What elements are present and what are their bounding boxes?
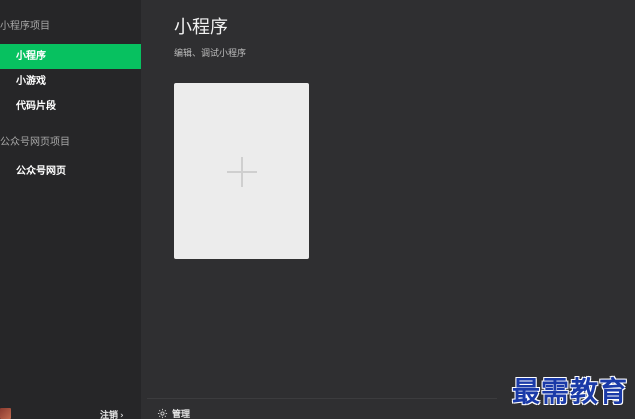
add-project-card[interactable]	[174, 83, 309, 259]
footer-divider	[147, 398, 497, 399]
gear-icon	[157, 408, 168, 419]
logout-label: 注销	[100, 411, 119, 419]
manage-button[interactable]: 管理	[157, 407, 190, 419]
main-panel: 小程序 编辑、调试小程序 管理	[141, 0, 635, 419]
plus-icon	[227, 157, 257, 187]
sidebar-item-official-web[interactable]: 公众号网页	[0, 159, 141, 184]
manage-label: 管理	[172, 410, 191, 419]
sidebar-item-code-snippet[interactable]: 代码片段	[0, 94, 141, 119]
sidebar-footer: 注销 ›	[0, 400, 141, 419]
section-title-web: 公众号网页项目	[0, 137, 70, 148]
watermark: 最需教育	[512, 375, 629, 408]
chevron-right-icon: ›	[120, 411, 124, 419]
app-window: 小程序项目 小程序 小游戏 代码片段 公众号网页项目 公众号网页 注销 › 小程序…	[0, 0, 635, 419]
section-title-miniprogram: 小程序项目	[0, 21, 50, 32]
sidebar-item-miniprogram[interactable]: 小程序	[0, 44, 141, 69]
sidebar: 小程序项目 小程序 小游戏 代码片段 公众号网页项目 公众号网页 注销 ›	[0, 0, 141, 419]
logout-button[interactable]: 注销 ›	[100, 408, 124, 419]
avatar[interactable]	[0, 408, 11, 419]
page-title: 小程序	[174, 17, 228, 38]
sidebar-item-minigame[interactable]: 小游戏	[0, 69, 141, 94]
page-subtitle: 编辑、调试小程序	[174, 49, 247, 59]
